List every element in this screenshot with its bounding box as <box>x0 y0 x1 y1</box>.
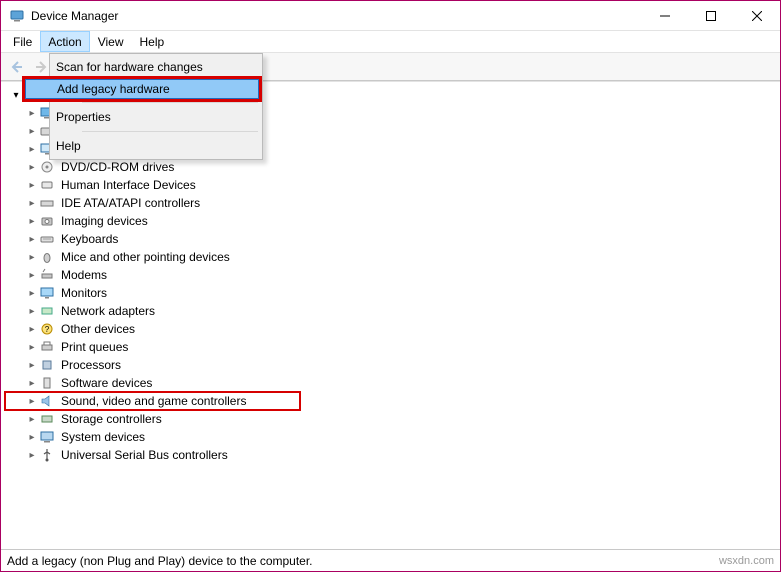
tree-item-sound-video-game[interactable]: ▸ Sound, video and game controllers <box>5 392 300 410</box>
tree-item-software[interactable]: ▸ Software devices <box>5 374 780 392</box>
chevron-right-icon[interactable]: ▸ <box>25 432 39 443</box>
tree-item-network[interactable]: ▸ Network adapters <box>5 302 780 320</box>
cpu-icon <box>39 357 55 373</box>
close-button[interactable] <box>734 1 780 30</box>
menu-separator <box>82 131 258 132</box>
status-text: Add a legacy (non Plug and Play) device … <box>7 554 313 568</box>
tree-item-label: System devices <box>59 430 147 444</box>
tree-item-keyboards[interactable]: ▸ Keyboards <box>5 230 780 248</box>
chevron-right-icon[interactable]: ▸ <box>25 450 39 461</box>
menu-help[interactable]: Help <box>24 135 260 157</box>
menu-item-label: Help <box>52 139 81 153</box>
chevron-right-icon[interactable]: ▸ <box>25 234 39 245</box>
tree-item-processors[interactable]: ▸ Processors <box>5 356 780 374</box>
statusbar: Add a legacy (non Plug and Play) device … <box>1 549 780 571</box>
sound-icon <box>39 393 55 409</box>
tree-item-label: Software devices <box>59 376 154 390</box>
window-title: Device Manager <box>31 9 642 23</box>
monitor-icon <box>39 285 55 301</box>
chevron-right-icon[interactable]: ▸ <box>25 342 39 353</box>
tree-item-label: Print queues <box>59 340 130 354</box>
action-menu-dropdown: Scan for hardware changes Add legacy har… <box>49 53 263 160</box>
chevron-right-icon[interactable]: ▸ <box>25 306 39 317</box>
tree-item-imaging[interactable]: ▸ Imaging devices <box>5 212 780 230</box>
cd-icon <box>39 159 55 175</box>
network-icon <box>39 303 55 319</box>
tree-item-label: Modems <box>59 268 109 282</box>
chevron-right-icon[interactable]: ▸ <box>25 198 39 209</box>
minimize-button[interactable] <box>642 1 688 30</box>
chevron-right-icon[interactable]: ▸ <box>25 180 39 191</box>
tree-item-usb[interactable]: ▸ Universal Serial Bus controllers <box>5 446 780 464</box>
menu-item-label: Scan for hardware changes <box>52 60 203 74</box>
menubar: File Action View Help <box>1 31 780 53</box>
device-manager-window: Device Manager File Action View Help Sca… <box>0 0 781 572</box>
tree-item-label: DVD/CD-ROM drives <box>59 160 176 174</box>
chevron-right-icon[interactable]: ▸ <box>25 324 39 335</box>
chevron-right-icon[interactable]: ▸ <box>25 378 39 389</box>
app-icon <box>9 8 25 24</box>
tree-item-label: Processors <box>59 358 123 372</box>
tree-item-label: Sound, video and game controllers <box>59 394 248 408</box>
printer-icon <box>39 339 55 355</box>
chevron-right-icon[interactable]: ▸ <box>25 288 39 299</box>
modem-icon <box>39 267 55 283</box>
software-icon <box>39 375 55 391</box>
tree-item-monitors[interactable]: ▸ Monitors <box>5 284 780 302</box>
tree-item-label: Monitors <box>59 286 109 300</box>
tree-item-modems[interactable]: ▸ Modems <box>5 266 780 284</box>
system-icon <box>39 429 55 445</box>
window-controls <box>642 1 780 30</box>
controller-icon <box>39 195 55 211</box>
chevron-right-icon[interactable]: ▸ <box>25 252 39 263</box>
tree-item-label: Universal Serial Bus controllers <box>59 448 230 462</box>
tree-item-hid[interactable]: ▸ Human Interface Devices <box>5 176 780 194</box>
menu-properties[interactable]: Properties <box>24 106 260 128</box>
tree-item-label: Imaging devices <box>59 214 150 228</box>
menu-separator <box>82 102 258 103</box>
tree-item-label: Storage controllers <box>59 412 164 426</box>
watermark: wsxdn.com <box>719 555 774 567</box>
tree-item-label: Other devices <box>59 322 137 336</box>
tree-item-print[interactable]: ▸ Print queues <box>5 338 780 356</box>
camera-icon <box>39 213 55 229</box>
other-icon: ? <box>39 321 55 337</box>
tree-item-ide[interactable]: ▸ IDE ATA/ATAPI controllers <box>5 194 780 212</box>
maximize-button[interactable] <box>688 1 734 30</box>
chevron-down-icon[interactable]: ▾ <box>9 90 23 101</box>
tree-item-system[interactable]: ▸ System devices <box>5 428 780 446</box>
tree-item-mice[interactable]: ▸ Mice and other pointing devices <box>5 248 780 266</box>
tree-item-dvd[interactable]: ▸ DVD/CD-ROM drives <box>5 158 780 176</box>
chevron-right-icon[interactable]: ▸ <box>25 360 39 371</box>
tree-item-label: Network adapters <box>59 304 157 318</box>
tree-item-label: Keyboards <box>59 232 120 246</box>
tree-item-label: Human Interface Devices <box>59 178 198 192</box>
titlebar: Device Manager <box>1 1 780 31</box>
chevron-right-icon[interactable]: ▸ <box>25 270 39 281</box>
storage-icon <box>39 411 55 427</box>
menu-view[interactable]: View <box>90 31 132 52</box>
menu-add-legacy-hardware[interactable]: Add legacy hardware <box>25 79 259 99</box>
tree-item-other[interactable]: ▸ ? Other devices <box>5 320 780 338</box>
keyboard-icon <box>39 231 55 247</box>
menu-item-label: Add legacy hardware <box>53 82 170 96</box>
chevron-right-icon[interactable]: ▸ <box>25 414 39 425</box>
mouse-icon <box>39 249 55 265</box>
menu-action[interactable]: Action <box>40 31 89 52</box>
chevron-right-icon[interactable]: ▸ <box>25 162 39 173</box>
tree-item-label: IDE ATA/ATAPI controllers <box>59 196 202 210</box>
menu-help[interactable]: Help <box>132 31 173 52</box>
menu-file[interactable]: File <box>5 31 40 52</box>
tree-item-storage[interactable]: ▸ Storage controllers <box>5 410 780 428</box>
chevron-right-icon[interactable]: ▸ <box>25 216 39 227</box>
usb-icon <box>39 447 55 463</box>
hid-icon <box>39 177 55 193</box>
menu-scan-hardware[interactable]: Scan for hardware changes <box>24 56 260 78</box>
svg-text:?: ? <box>45 325 50 334</box>
chevron-right-icon[interactable]: ▸ <box>25 396 39 407</box>
menu-item-label: Properties <box>52 110 111 124</box>
tree-item-label: Mice and other pointing devices <box>59 250 232 264</box>
